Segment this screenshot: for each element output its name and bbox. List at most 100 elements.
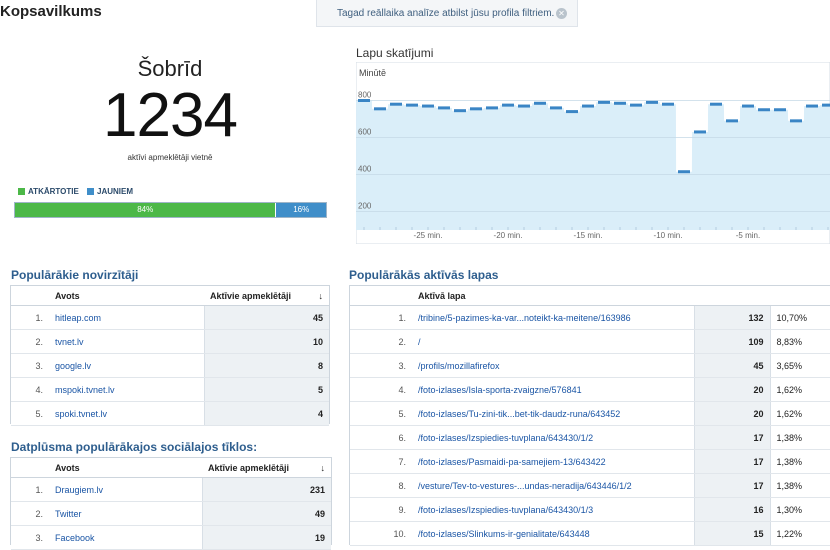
active-visitors-value: 109	[693, 329, 770, 354]
social-link[interactable]: Facebook	[49, 525, 202, 550]
referrer-link[interactable]: spoki.tvnet.lv	[49, 401, 204, 426]
header-active[interactable]: Aktīvie apmeklētāji ↓	[204, 285, 329, 306]
visitor-split-bar: 84% 16%	[14, 202, 327, 218]
row-number: 2.	[11, 329, 49, 354]
page-row[interactable]: 1./tribine/5-pazimes-ka-var...noteikt-ka…	[350, 305, 830, 330]
close-notice-icon[interactable]: ✕	[556, 8, 567, 19]
returning-swatch	[18, 188, 25, 195]
page-row[interactable]: 3./profils/mozillafirefox 45 3,65%	[350, 353, 830, 378]
page-row[interactable]: 8./vesture/Tev-to-vestures-...undas-nera…	[350, 473, 830, 498]
share-percent: 1,38%	[769, 425, 830, 450]
row-number: 10.	[350, 521, 412, 546]
referrer-link[interactable]: tvnet.lv	[49, 329, 204, 354]
page-link[interactable]: /foto-izlases/Slinkums-ir-genialitate/64…	[412, 521, 694, 546]
x-tick-label: -25 min.	[414, 231, 443, 240]
page-row[interactable]: 2./109 8,83%	[350, 329, 830, 354]
header-blank	[11, 457, 49, 478]
data-point	[422, 104, 434, 108]
referrer-row[interactable]: 1. hitleap.com 45	[11, 305, 329, 330]
page-row[interactable]: 5./foto-izlases/Tu-zini-tik...bet-tik-da…	[350, 401, 830, 426]
page-link[interactable]: /foto-izlases/Tu-zini-tik...bet-tik-daud…	[412, 401, 694, 426]
data-point	[390, 102, 402, 106]
social-row[interactable]: 2. Twitter 49	[11, 501, 331, 526]
data-point	[486, 106, 498, 110]
page-row[interactable]: 7./foto-izlases/Pasmaidi-pa-samejiem-13/…	[350, 449, 830, 474]
legend-new-label: JAUNIEM	[97, 187, 134, 196]
now-label: Šobrīd	[137, 56, 203, 81]
social-row[interactable]: 3. Facebook 19	[11, 525, 331, 550]
data-point	[470, 107, 482, 111]
referrer-row[interactable]: 2. tvnet.lv 10	[11, 329, 329, 354]
active-visitors-caption: aktīvi apmeklētāji vietnē	[127, 153, 213, 162]
header-source[interactable]: Avots	[49, 457, 202, 478]
page-link[interactable]: /	[412, 329, 694, 354]
data-point	[774, 108, 786, 112]
page-row[interactable]: 9./foto-izlases/Izspiedies-tuvplana/6434…	[350, 497, 830, 522]
social-row[interactable]: 1. Draugiem.lv 231	[11, 477, 331, 502]
data-point	[630, 103, 642, 107]
sort-desc-icon[interactable]: ↓	[319, 291, 324, 301]
x-tick-label: -20 min.	[494, 231, 523, 240]
header-source[interactable]: Avots	[49, 285, 204, 306]
data-point	[502, 103, 514, 107]
new-segment: 16%	[276, 203, 326, 217]
share-percent: 10,70%	[769, 305, 830, 330]
data-point	[534, 101, 546, 105]
share-percent: 1,62%	[769, 377, 830, 402]
page-row[interactable]: 10./foto-izlases/Slinkums-ir-genialitate…	[350, 521, 830, 546]
page-link[interactable]: /foto-izlases/Pasmaidi-pa-samejiem-13/64…	[412, 449, 694, 474]
header-active[interactable]: Aktīvie apmeklētāji ↓	[202, 457, 331, 478]
page-link[interactable]: /foto-izlases/Isla-sporta-zvaigzne/57684…	[412, 377, 694, 402]
page-link[interactable]: /foto-izlases/Izspiedies-tuvplana/643430…	[412, 497, 694, 522]
page-row[interactable]: 4./foto-izlases/Isla-sporta-zvaigzne/576…	[350, 377, 830, 402]
referrer-row[interactable]: 3. google.lv 8	[11, 353, 329, 378]
active-visitors-value: 231	[201, 477, 331, 502]
data-point	[582, 104, 594, 108]
data-point	[726, 119, 738, 123]
page-link[interactable]: /tribine/5-pazimes-ka-var...noteikt-ka-m…	[412, 305, 694, 330]
row-number: 7.	[350, 449, 412, 474]
referrer-link[interactable]: hitleap.com	[49, 305, 204, 330]
notice-text: Tagad reāllaika analīze atbilst jūsu pro…	[337, 8, 555, 19]
referrer-link[interactable]: mspoki.tvnet.lv	[49, 377, 204, 402]
header-blank	[11, 285, 49, 306]
active-visitors-value: 132	[693, 305, 770, 330]
page-title: Kopsavilkums	[0, 3, 102, 20]
data-point	[566, 110, 578, 114]
data-point	[374, 107, 386, 111]
legend-new: JAUNIEM	[87, 187, 133, 196]
referrer-row[interactable]: 5. spoki.tvnet.lv 4	[11, 401, 329, 426]
row-number: 2.	[11, 501, 49, 526]
active-visitors-value: 49	[201, 501, 331, 526]
data-point	[598, 100, 610, 104]
header-page[interactable]: Aktīvā lapa	[412, 285, 694, 306]
active-visitors-value: 20	[693, 401, 770, 426]
referrers-header: Avots Aktīvie apmeklētāji ↓	[11, 285, 329, 306]
active-visitors-value: 4	[203, 401, 329, 426]
active-visitors-value: 16	[693, 497, 770, 522]
social-link[interactable]: Draugiem.lv	[49, 477, 202, 502]
page-link[interactable]: /profils/mozillafirefox	[412, 353, 694, 378]
sort-desc-icon[interactable]: ↓	[321, 463, 326, 473]
chart-area	[356, 100, 830, 230]
x-tick-label: -5 min.	[736, 231, 760, 240]
data-point	[822, 103, 830, 107]
referrer-row[interactable]: 4. mspoki.tvnet.lv 5	[11, 377, 329, 402]
page-link[interactable]: /vesture/Tev-to-vestures-...undas-neradi…	[412, 473, 694, 498]
page-link[interactable]: /foto-izlases/Izspiedies-tuvplana/643430…	[412, 425, 694, 450]
active-visitors-value: 8	[203, 353, 329, 378]
data-point	[438, 106, 450, 110]
data-point	[550, 106, 562, 110]
page-row[interactable]: 6./foto-izlases/Izspiedies-tuvplana/6434…	[350, 425, 830, 450]
row-number: 1.	[350, 305, 412, 330]
legend-returning: ATKĀRTOTIE	[18, 187, 79, 196]
data-point	[454, 109, 466, 113]
referrers-table: Avots Aktīvie apmeklētāji ↓ 1. hitleap.com…	[11, 285, 329, 426]
social-link[interactable]: Twitter	[49, 501, 202, 526]
social-table: Avots Aktīvie apmeklētāji ↓ 1. Draugiem.lv…	[11, 457, 331, 550]
referrer-link[interactable]: google.lv	[49, 353, 204, 378]
share-percent: 1,22%	[769, 521, 830, 546]
active-visitors-value: 19	[201, 525, 331, 550]
new-swatch	[87, 188, 94, 195]
pages-table: Aktīvā lapa 1./tribine/5-pazimes-ka-var.…	[350, 285, 830, 546]
